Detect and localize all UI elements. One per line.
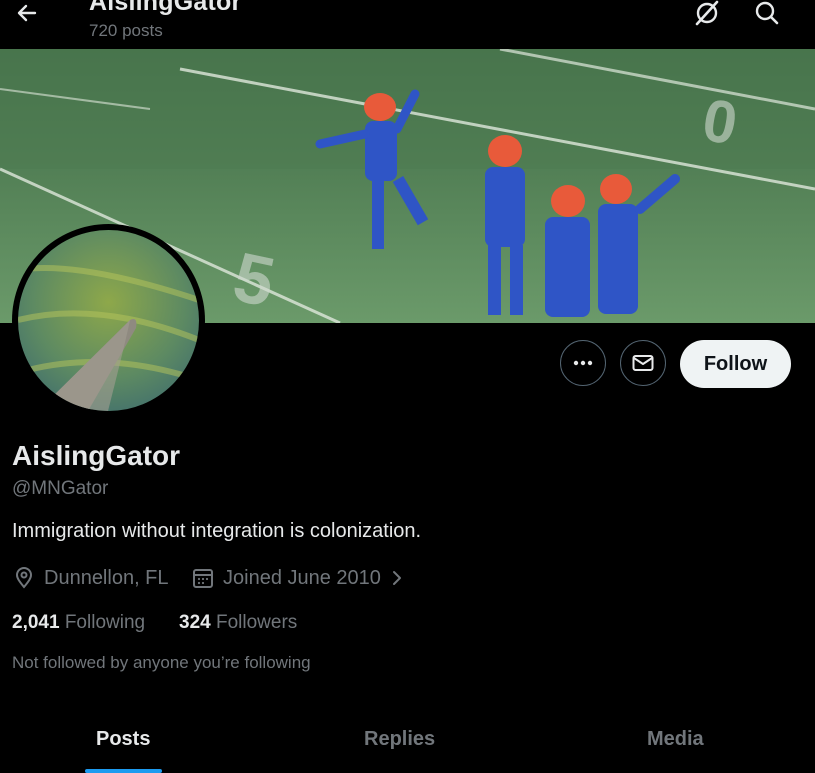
calendar-icon <box>193 569 213 588</box>
location-text: Dunnellon, FL <box>44 566 169 589</box>
chevron-right-icon <box>392 571 401 585</box>
joined-text: Joined June 2010 <box>223 566 381 589</box>
not-followed-note: Not followed by anyone you’re following <box>12 653 311 672</box>
top-bar: AislingGator 720 posts <box>0 0 815 49</box>
tab-replies[interactable]: Replies <box>364 728 435 751</box>
back-button[interactable] <box>12 0 42 26</box>
envelope-icon <box>632 355 654 371</box>
followers-link[interactable]: 324 Followers <box>179 612 297 634</box>
more-button[interactable] <box>560 340 606 386</box>
profile-joined[interactable]: Joined June 2010 <box>191 565 407 591</box>
tab-posts[interactable]: Posts <box>96 728 150 751</box>
search-icon <box>755 1 779 25</box>
search-button[interactable] <box>752 0 782 26</box>
grok-icon <box>695 0 719 26</box>
avatar-image <box>18 230 199 411</box>
more-icon <box>573 360 593 366</box>
location-pin-icon <box>15 567 33 589</box>
follow-button[interactable]: Follow <box>680 340 791 388</box>
message-button[interactable] <box>620 340 666 386</box>
active-tab-indicator <box>85 769 162 773</box>
followers-label: Followers <box>215 612 298 633</box>
tab-media[interactable]: Media <box>647 728 704 751</box>
following-link[interactable]: 2,041 Following <box>12 612 145 634</box>
profile-location: Dunnellon, FL <box>12 565 169 591</box>
arrow-left-icon <box>17 4 37 22</box>
user-handle: @MNGator <box>12 478 109 499</box>
avatar[interactable] <box>12 224 205 417</box>
grok-button[interactable] <box>692 0 722 26</box>
display-name: AislingGator <box>12 440 181 471</box>
following-label: Following <box>64 612 146 633</box>
post-count: 720 posts <box>89 21 163 40</box>
followers-count: 324 <box>179 612 211 633</box>
following-count: 2,041 <box>12 612 60 633</box>
page-title: AislingGator <box>89 0 242 16</box>
profile-bio: Immigration without integration is colon… <box>12 520 422 542</box>
